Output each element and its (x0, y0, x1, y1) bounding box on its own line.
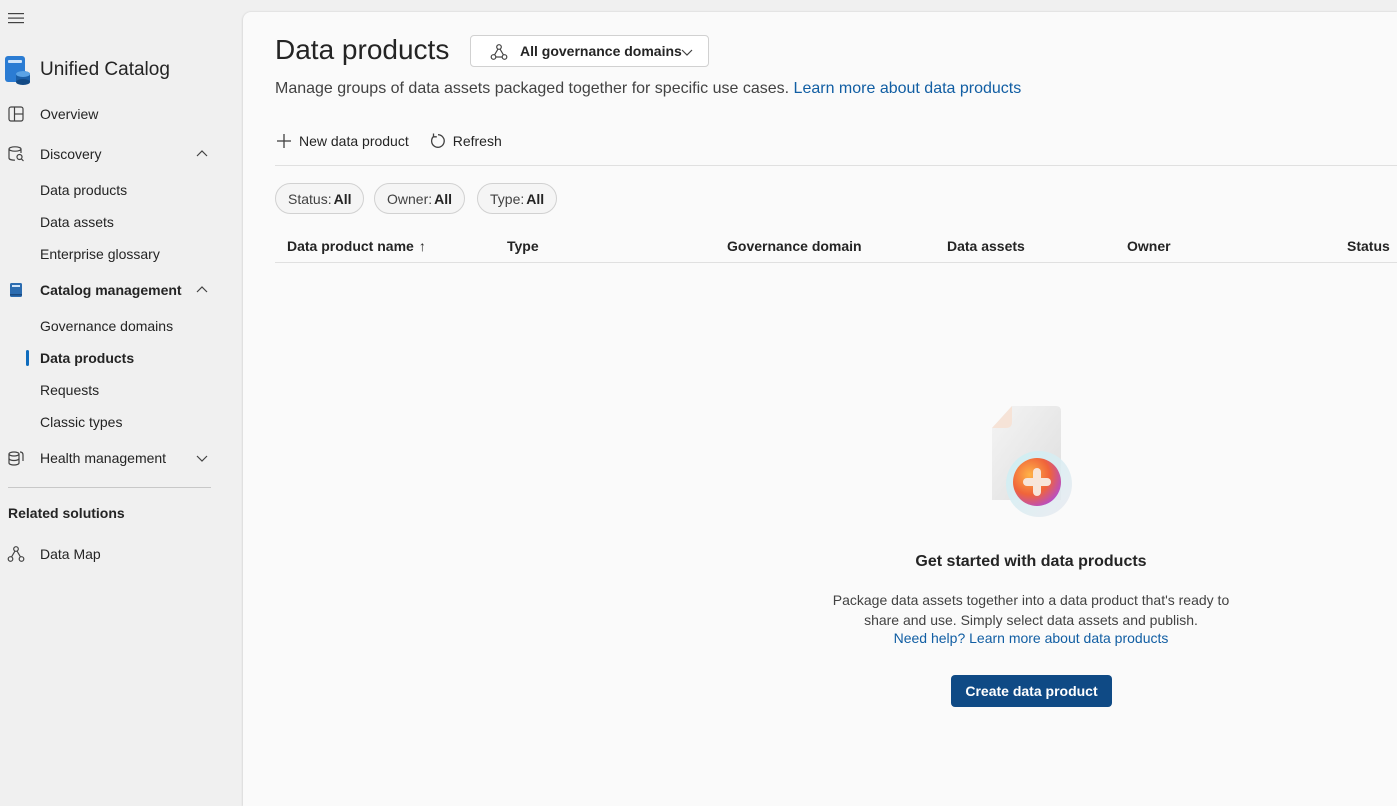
sidebar-item-label: Overview (40, 106, 99, 122)
sidebar-item-data-assets[interactable]: Data assets (0, 208, 220, 236)
owner-filter-pill[interactable]: Owner: All (374, 183, 466, 214)
sidebar-item-label: Classic types (40, 414, 123, 430)
related-solutions-heading: Related solutions (8, 505, 125, 521)
sidebar-group-health-management[interactable]: Health management (0, 442, 220, 474)
unified-catalog-logo-icon (5, 56, 30, 85)
app-brand: Unified Catalog (4, 55, 170, 85)
sidebar-item-label: Data products (40, 182, 128, 198)
sidebar-item-label: Data assets (40, 214, 114, 230)
column-header-name[interactable]: Data product name ↑ (287, 238, 426, 254)
subtitle-text: Manage groups of data assets packaged to… (275, 80, 790, 97)
filter-key: Status: (288, 190, 332, 207)
plus-icon (277, 134, 291, 148)
column-header-owner[interactable]: Owner (1127, 238, 1171, 254)
sidebar-item-label: Enterprise glossary (40, 246, 160, 262)
health-database-icon (8, 451, 24, 466)
sidebar-item-enterprise-glossary[interactable]: Enterprise glossary (0, 240, 220, 268)
refresh-icon (430, 133, 445, 148)
data-map-nodes-icon (7, 546, 25, 562)
governance-domain-dropdown[interactable]: All governance domains (470, 35, 709, 67)
empty-state-description: Package data assets together into a data… (832, 592, 1230, 628)
status-filter-pill[interactable]: Status: All (275, 183, 365, 214)
column-header-governance-domain[interactable]: Governance domain (727, 238, 862, 254)
chevron-up-icon[interactable] (195, 283, 209, 297)
sidebar-item-label: Governance domains (40, 318, 174, 334)
sidebar-item-label: Health management (40, 450, 167, 466)
column-header-data-assets[interactable]: Data assets (947, 238, 1025, 254)
new-data-product-label: New data product (299, 133, 409, 149)
active-indicator (26, 350, 29, 366)
table-header: Data product name ↑ Type Governance doma… (275, 232, 1397, 263)
sort-ascending-icon: ↑ (418, 238, 426, 254)
toolbar: New data product Refresh (275, 128, 522, 154)
page-title: Data products (275, 34, 450, 65)
app-title: Unified Catalog (40, 59, 170, 80)
sidebar-item-classic-types[interactable]: Classic types (0, 408, 220, 436)
filter-key: Owner: (387, 190, 433, 207)
sidebar-item-overview[interactable]: Overview (0, 98, 220, 130)
chevron-up-icon[interactable] (195, 147, 209, 161)
sidebar-item-discovery-data-products[interactable]: Data products (0, 176, 220, 204)
catalog-book-icon (10, 283, 22, 297)
type-filter-pill[interactable]: Type: All (477, 183, 558, 214)
sidebar-group-discovery[interactable]: Discovery (0, 138, 220, 170)
discovery-database-search-icon (8, 146, 24, 162)
page-subtitle: Manage groups of data assets packaged to… (275, 80, 1021, 98)
sidebar-item-label: Catalog management (40, 282, 182, 298)
sidebar-divider (8, 487, 211, 488)
sidebar-item-label: Data products (40, 350, 135, 366)
domain-dropdown-label: All governance domains (520, 43, 682, 59)
new-data-product-button[interactable]: New data product (275, 132, 409, 150)
filter-key: Type: (490, 190, 525, 207)
sidebar-item-governance-domains[interactable]: Governance domains (0, 312, 220, 340)
column-label: Data product name (287, 238, 414, 254)
filter-value: All (333, 190, 352, 207)
sidebar-item-data-map[interactable]: Data Map (0, 538, 220, 570)
sidebar: Unified Catalog Overview Discovery Data … (0, 0, 243, 806)
chevron-down-icon (681, 49, 693, 56)
refresh-label: Refresh (452, 133, 502, 149)
refresh-button[interactable]: Refresh (429, 132, 502, 150)
empty-state-help-link[interactable]: Need help? Learn more about data product… (803, 630, 1259, 646)
domain-hierarchy-icon (490, 44, 508, 60)
sidebar-item-label: Discovery (40, 146, 102, 162)
column-header-status[interactable]: Status (1347, 238, 1390, 254)
column-header-type[interactable]: Type (507, 238, 539, 254)
overview-grid-icon (8, 106, 24, 122)
learn-more-link[interactable]: Learn more about data products (794, 80, 1022, 97)
create-data-product-button[interactable]: Create data product (951, 675, 1112, 707)
filter-value: All (526, 190, 545, 207)
sidebar-group-catalog-management[interactable]: Catalog management (0, 274, 220, 306)
filter-value: All (434, 190, 453, 207)
main-content: Data products All governance domains Man… (243, 12, 1397, 806)
chevron-down-icon[interactable] (195, 451, 209, 465)
toolbar-divider (275, 165, 1397, 166)
sidebar-item-requests[interactable]: Requests (0, 376, 220, 404)
sidebar-item-label: Requests (40, 382, 100, 398)
new-document-illustration-icon (992, 406, 1072, 517)
sidebar-item-label: Data Map (40, 546, 101, 562)
hamburger-menu-icon[interactable] (7, 9, 25, 27)
empty-state-title: Get started with data products (915, 553, 1147, 570)
sidebar-item-data-products[interactable]: Data products (0, 344, 220, 372)
